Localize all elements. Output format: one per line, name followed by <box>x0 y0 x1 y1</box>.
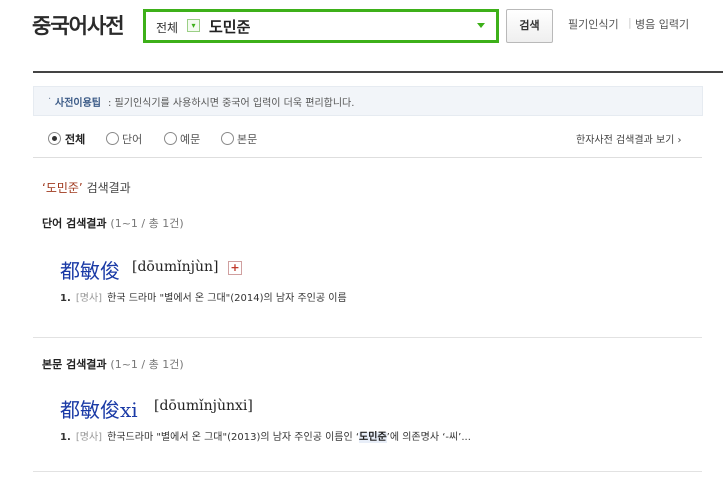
body-section-count: (1~1 / 총 1건) <box>110 358 184 371</box>
search-category-label[interactable]: 전체 <box>156 19 178 36</box>
word-section-title-text: 단어 검색결과 <box>42 217 107 230</box>
section-divider <box>33 337 702 338</box>
result-heading-suffix: 검색결과 <box>82 181 131 195</box>
header-divider <box>33 71 723 73</box>
filter-radio-all[interactable] <box>48 132 61 145</box>
word-section-count: (1~1 / 총 1건) <box>110 217 184 230</box>
add-wordbook-icon[interactable]: + <box>228 261 242 275</box>
body-section-title: 본문 검색결과 (1~1 / 총 1건) <box>42 356 184 372</box>
result-heading: ‘도민준’ 검색결과 <box>42 179 131 196</box>
body-entry-hanzi[interactable]: 都敏俊xi <box>60 394 138 423</box>
dictionary-logo[interactable]: 중국어사전 <box>32 10 125 40</box>
definition-text-pre: 한국드라마 "별에서 온 그대"(2013)의 남자 주인공 이름인 ‘ <box>107 432 360 443</box>
body-entry-definition: 1. [명사] 한국드라마 "별에서 온 그대"(2013)의 남자 주인공 이… <box>60 425 471 444</box>
tip-banner: · 사전이용팁 : 필기인식기를 사용하시면 중국어 입력이 더욱 편리합니다. <box>33 86 703 116</box>
definition-text-post: ’에 의존명사 ‘-씨’... <box>386 432 471 443</box>
filter-radio-example[interactable] <box>164 132 177 145</box>
definition-highlight: 도민준 <box>359 432 387 443</box>
filter-label-word[interactable]: 단어 <box>122 131 142 147</box>
header-separator: | <box>628 16 632 29</box>
word-entry-definition: 1. [명사] 한국 드라마 "별에서 온 그대"(2014)의 남자 주인공 … <box>60 286 347 305</box>
tip-bullet: · <box>48 94 52 105</box>
hanja-dictionary-link[interactable]: 한자사전 검색결과 보기 › <box>576 131 682 146</box>
part-of-speech: [명사] <box>75 432 103 443</box>
tip-title: 사전이용팁 <box>55 98 101 109</box>
filter-label-example[interactable]: 예문 <box>180 131 200 147</box>
handwriting-recognizer-link[interactable]: 필기인식기 <box>568 16 619 32</box>
word-entry-pinyin: [dōumǐnjùn] <box>132 259 219 275</box>
definition-text: 한국 드라마 "별에서 온 그대"(2014)의 남자 주인공 이름 <box>107 293 347 304</box>
filter-label-body[interactable]: 본문 <box>237 131 257 147</box>
definition-number: 1. <box>60 293 71 304</box>
search-input[interactable] <box>209 15 459 37</box>
pinyin-input-link[interactable]: 병음 입력기 <box>635 16 689 32</box>
filter-divider <box>33 157 702 158</box>
search-box: 전체 ▾ <box>143 9 499 43</box>
definition-number: 1. <box>60 432 71 443</box>
autocomplete-arrow-icon[interactable] <box>477 23 485 28</box>
word-entry-hanzi[interactable]: 都敏俊 <box>60 255 120 284</box>
tip-text: : 필기인식기를 사용하시면 중국어 입력이 더욱 편리합니다. <box>108 98 355 109</box>
filter-radio-body[interactable] <box>221 132 234 145</box>
result-query: ‘도민준’ <box>42 181 83 195</box>
body-entry-pinyin: [dōumǐnjùnxi] <box>154 398 253 414</box>
part-of-speech: [명사] <box>75 293 103 304</box>
body-section-title-text: 본문 검색결과 <box>42 358 107 371</box>
word-section-title: 단어 검색결과 (1~1 / 총 1건) <box>42 215 184 231</box>
category-dropdown-icon[interactable]: ▾ <box>187 19 200 32</box>
section-divider <box>33 471 702 472</box>
filter-radio-word[interactable] <box>106 132 119 145</box>
search-button[interactable]: 검색 <box>506 9 553 43</box>
filter-label-all[interactable]: 전체 <box>65 131 85 147</box>
